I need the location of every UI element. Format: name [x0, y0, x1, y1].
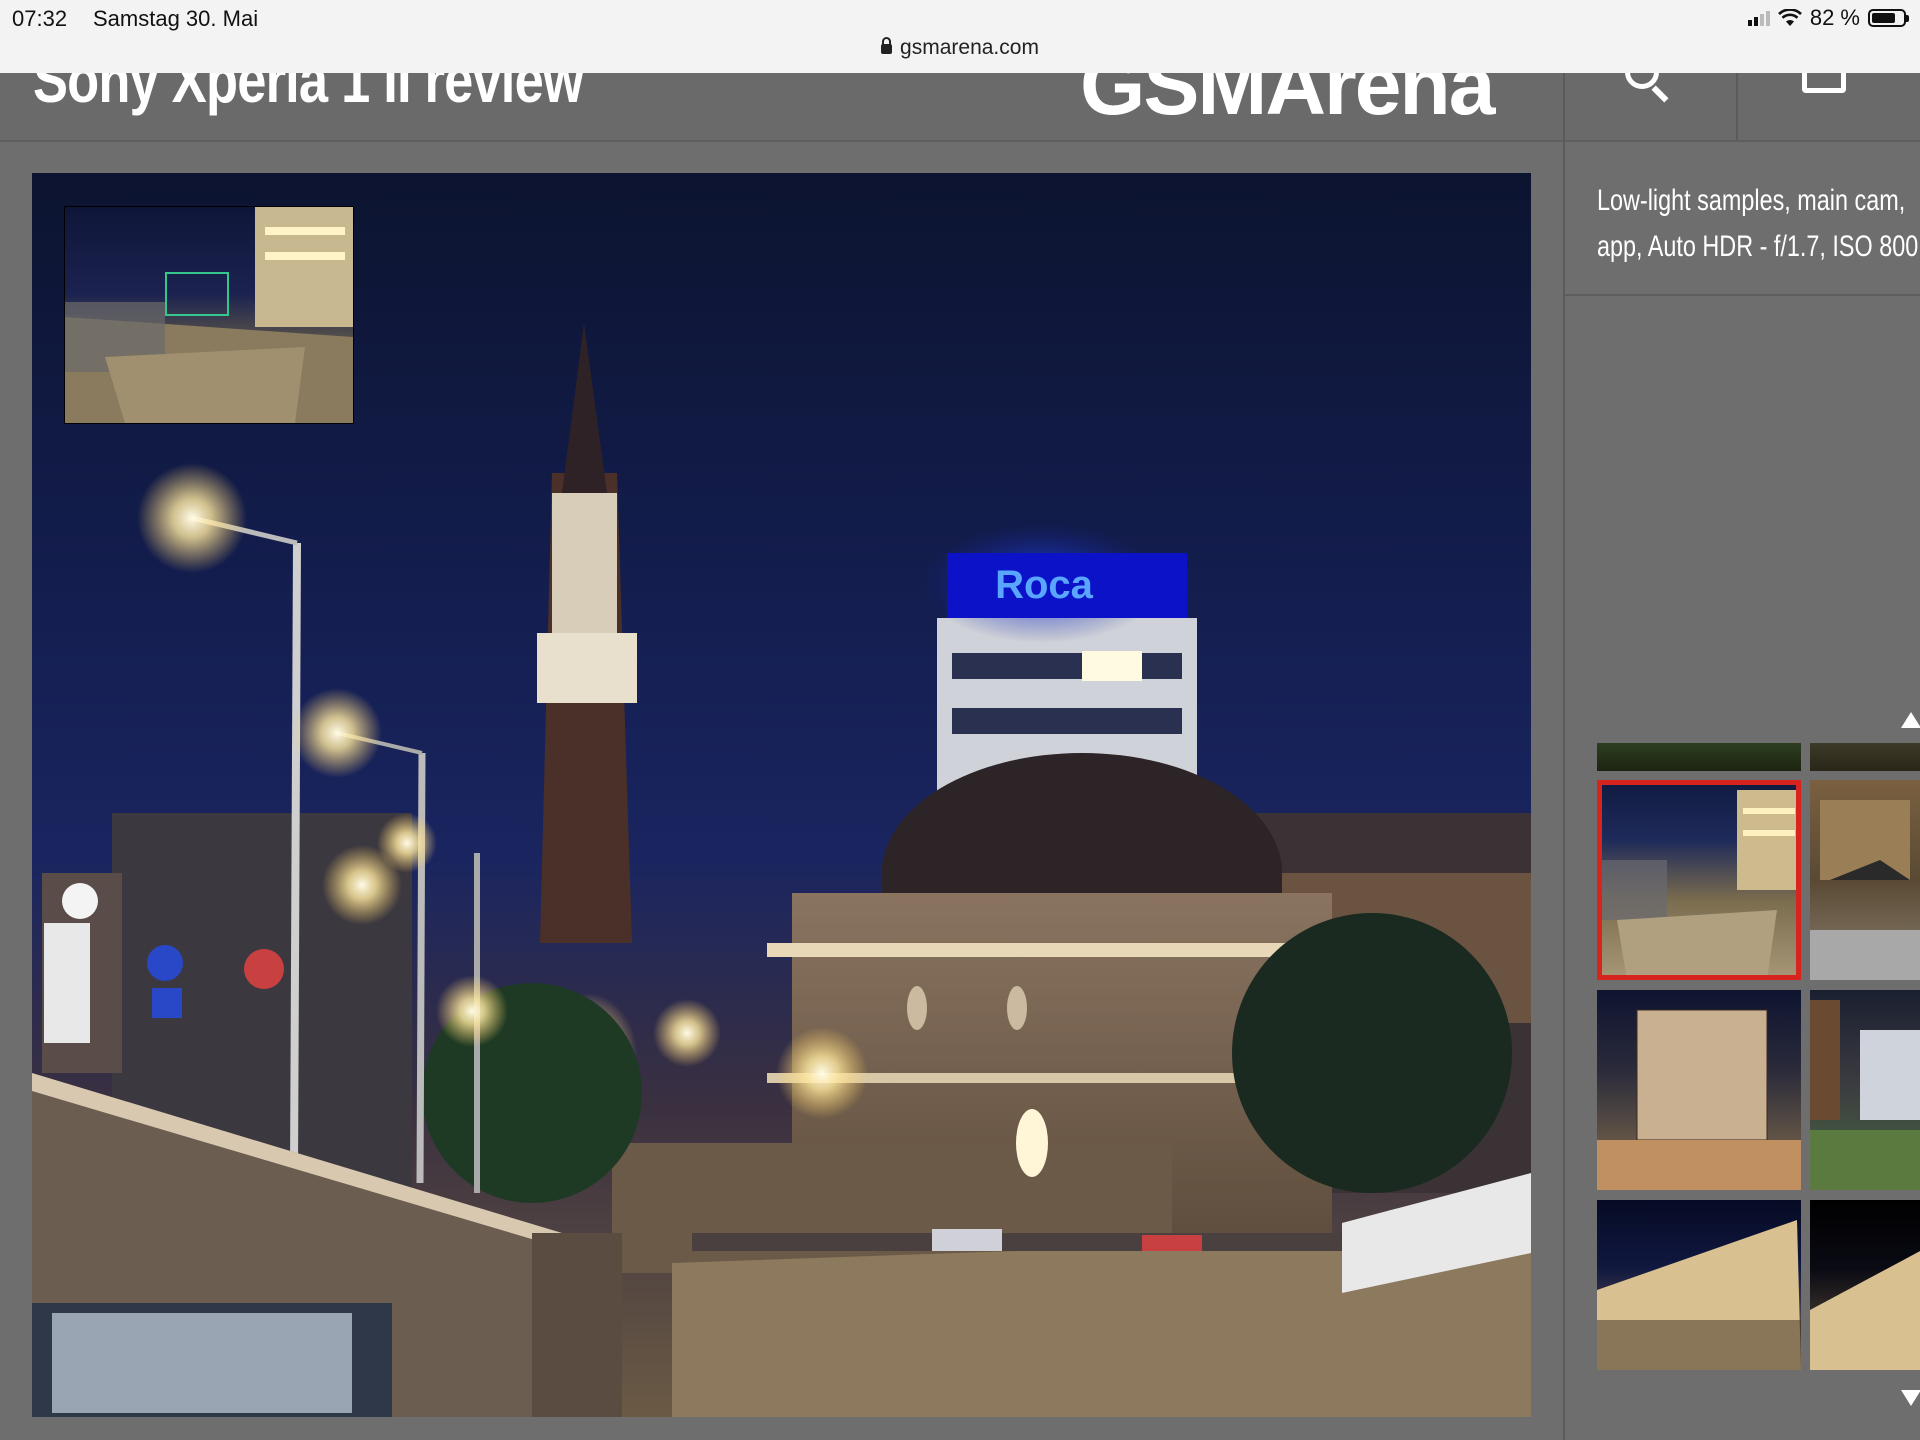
page-title: Sony Xperia 1 II review	[33, 73, 584, 116]
url-text: gsmarena.com	[900, 36, 1039, 59]
zoom-minimap[interactable]	[64, 206, 354, 424]
wifi-icon	[1777, 9, 1802, 26]
address-bar[interactable]: gsmarena.com	[0, 36, 1920, 60]
status-indicators: 82 %	[1747, 5, 1909, 31]
battery-percent: 82 %	[1809, 5, 1860, 30]
triangle-down-icon[interactable]	[1901, 1390, 1920, 1406]
search-icon-handle	[1651, 85, 1669, 103]
thumbnail-3-preview	[1597, 1009, 1801, 1190]
thumbnail-3[interactable]	[1597, 990, 1801, 1190]
cellular-signal-icon	[1747, 10, 1770, 26]
thumbnail-6-preview	[1810, 1251, 1920, 1370]
caption-divider	[1565, 294, 1920, 296]
triangle-up-icon[interactable]	[1901, 712, 1920, 728]
lock-icon	[881, 37, 893, 54]
share-icon	[1802, 73, 1846, 93]
site-logo[interactable]: GSMArena	[1080, 73, 1495, 134]
thumbnail-5[interactable]	[1597, 1200, 1801, 1370]
main-photo[interactable]: Roca	[32, 173, 1531, 1417]
thumbnail-4-preview	[1810, 1000, 1920, 1190]
thumbnail-5-preview	[1597, 1220, 1801, 1370]
status-bar: 07:32 Samstag 30. Mai 82 % gsmarena.com	[0, 0, 1920, 73]
search-button[interactable]	[1563, 73, 1737, 140]
site-header: Sony Xperia 1 II review GSMArena	[0, 73, 1920, 142]
status-time: 07:32	[12, 6, 68, 31]
thumbnail-2-preview	[1810, 800, 1920, 980]
photo-caption: Low-light samples, main cam, app, Auto H…	[1597, 178, 1919, 270]
minimap-viewport-frame[interactable]	[165, 272, 229, 316]
thumbnail-partial-top-1[interactable]	[1597, 743, 1801, 771]
thumbnail-6[interactable]	[1810, 1200, 1920, 1370]
thumbnail-2[interactable]	[1810, 780, 1920, 980]
thumbnail-active-preview	[1597, 790, 1801, 980]
caption-line-2: app, Auto HDR - f/1.7, ISO 800	[1597, 230, 1919, 263]
thumbnail-4[interactable]	[1810, 990, 1920, 1190]
battery-icon	[1868, 9, 1909, 27]
thumbnail-partial-top-2[interactable]	[1810, 743, 1920, 771]
gallery-sidebar: Low-light samples, main cam, app, Auto H…	[1563, 140, 1920, 1440]
thumbnail-active[interactable]	[1597, 780, 1801, 980]
caption-line-1: Low-light samples, main cam,	[1597, 184, 1906, 217]
roca-sign-text: Roca	[995, 563, 1094, 607]
share-button[interactable]	[1736, 73, 1920, 140]
status-date: Samstag 30. Mai	[93, 6, 259, 31]
